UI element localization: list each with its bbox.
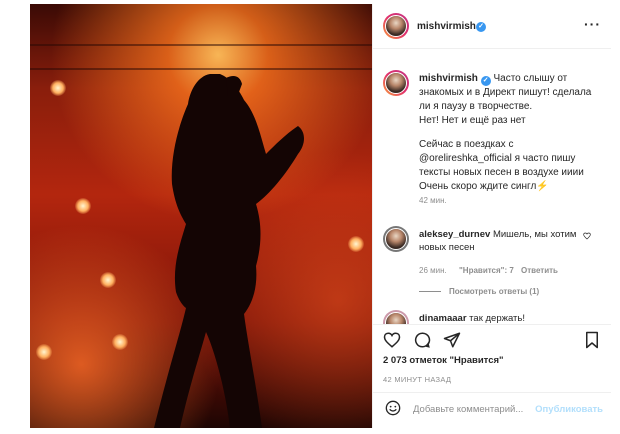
verified-badge-icon: ✓ [480,76,491,86]
comment-text: так держать! [469,313,525,324]
comment: dinamaaar так держать! [419,312,594,324]
comment-username[interactable]: dinamaaar [419,313,467,324]
comment-time: 26 мин. [419,266,447,275]
divider [373,324,611,325]
heart-icon[interactable] [383,331,401,349]
post-username[interactable]: mishvirmish [417,21,476,32]
comment-likes[interactable]: "Нравится": 7 [459,266,514,275]
singer-silhouette [154,74,304,428]
caption-line2: Нет! Нет и ещё раз нет [419,115,526,126]
emoji-icon[interactable] [385,400,401,416]
avatar[interactable] [383,13,409,39]
divider [373,392,611,393]
caption-username[interactable]: mishvirmish [419,73,478,84]
caption-time: 42 мин. [419,196,447,205]
post-time-ago: 42 МИНУТ НАЗАД [383,375,452,384]
avatar[interactable] [383,226,409,252]
likes-count[interactable]: 2 073 отметок "Нравится" [383,355,504,366]
avatar[interactable] [383,70,409,96]
caption-line3: Сейчас в поездках с @orelireshka_officia… [419,139,584,192]
post-photo[interactable] [30,4,372,428]
verified-badge-icon: ✓ [476,22,486,32]
comment-icon[interactable] [413,331,431,349]
more-horizontal-icon[interactable]: ··· [584,16,601,32]
comment-username[interactable]: aleksey_durnev [419,229,490,240]
publish-button[interactable]: Опубликовать [535,404,603,415]
bookmark-icon[interactable] [583,331,601,349]
post-header: mishvirmish ✓ ··· [373,4,611,49]
post-caption: mishvirmish ✓ Часто слышу от знакомых и … [419,72,599,194]
share-icon[interactable] [443,331,461,349]
post-details-panel: mishvirmish ✓ ··· mishvirmish ✓ Часто сл… [372,4,611,428]
view-replies-button[interactable]: Посмотреть ответы (1) [449,287,539,296]
reply-button[interactable]: Ответить [521,266,558,275]
comment-input[interactable]: Добавьте комментарий... [413,404,523,415]
comment: aleksey_durnev Мишель, мы хотим новых пе… [419,228,594,254]
heart-icon[interactable] [583,232,591,240]
avatar[interactable] [383,310,409,324]
replies-divider [419,291,441,292]
comment-clip: dinamaaar так держать! [373,304,611,324]
